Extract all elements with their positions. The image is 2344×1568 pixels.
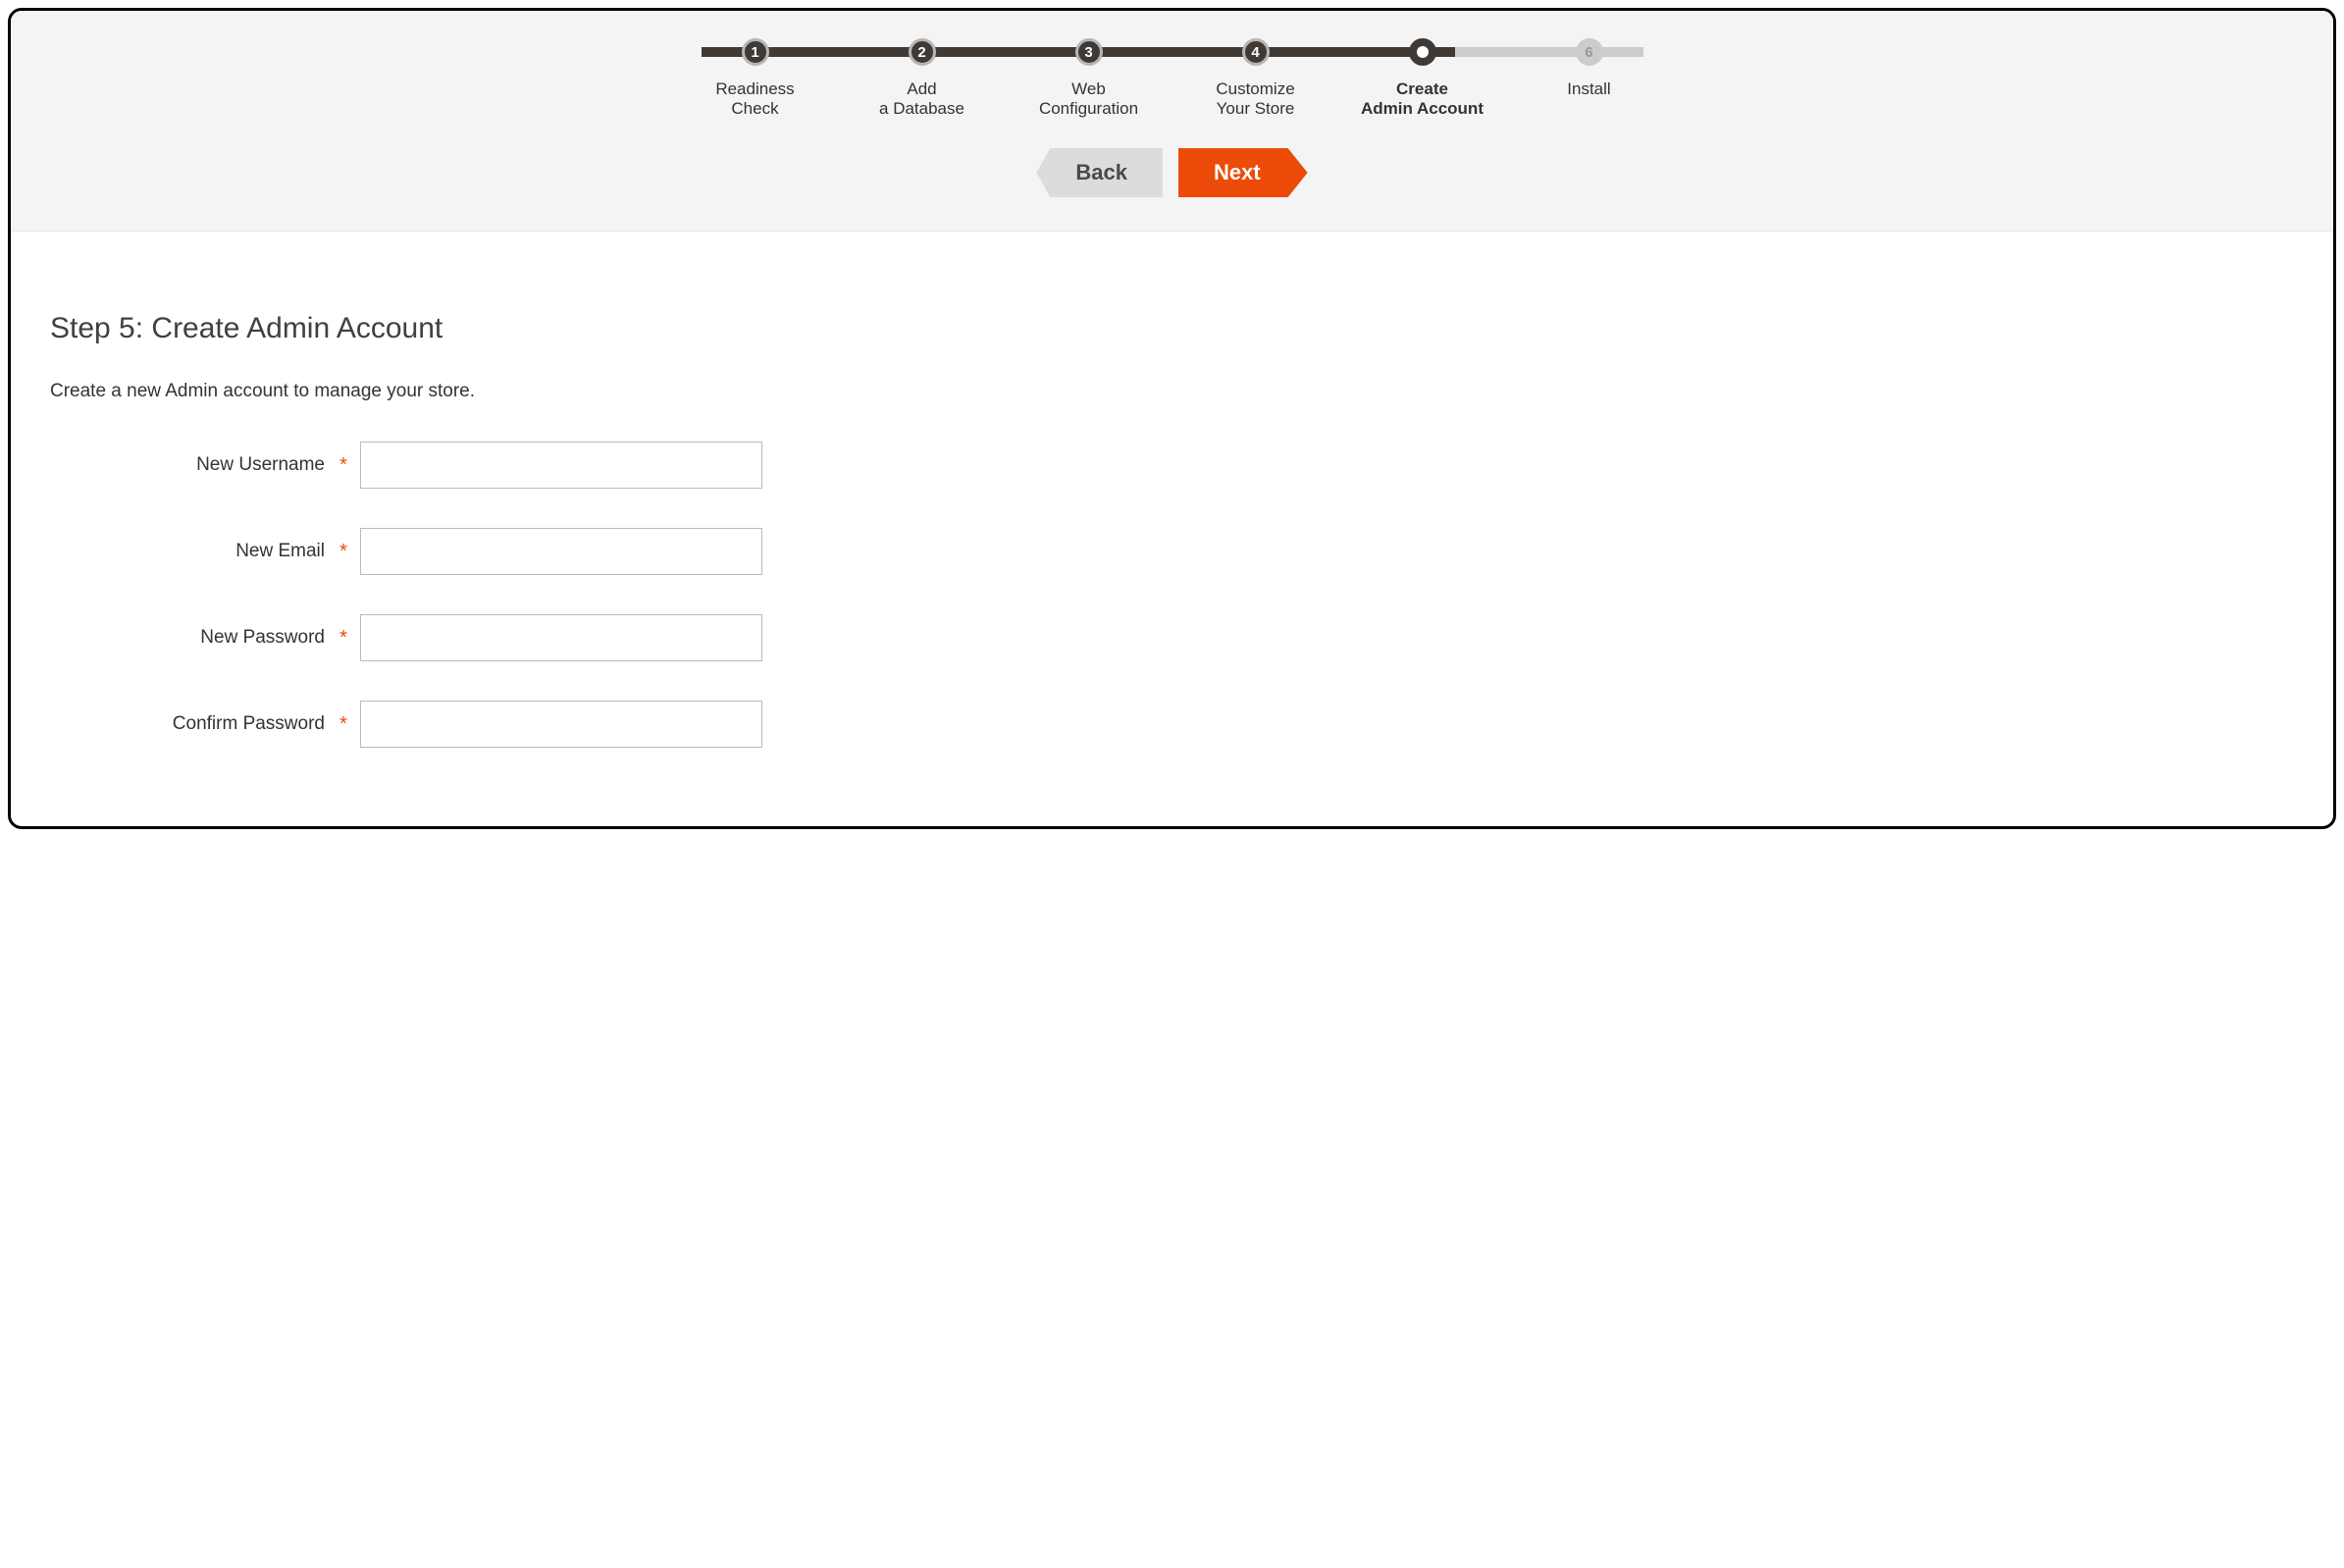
confirm-password-label: Confirm Password <box>50 713 335 735</box>
step-label: Web Configuration <box>1016 79 1163 119</box>
step-readiness-check: 1 Readiness Check <box>682 38 829 119</box>
row-new-username: New Username * <box>50 442 2294 489</box>
page-title: Step 5: Create Admin Account <box>50 312 2294 345</box>
step-circle-icon: 1 <box>742 38 769 66</box>
back-button[interactable]: Back <box>1036 148 1163 197</box>
step-circle-icon <box>1409 38 1436 66</box>
step-label: Readiness Check <box>682 79 829 119</box>
new-password-label: New Password <box>50 627 335 649</box>
new-username-input[interactable] <box>360 442 762 489</box>
wizard-nav: Back Next <box>11 148 2333 197</box>
step-circle-icon: 3 <box>1075 38 1103 66</box>
required-icon: * <box>335 627 352 650</box>
step-label: Customize Your Store <box>1182 79 1329 119</box>
step-label: Create Admin Account <box>1349 79 1496 119</box>
new-email-input[interactable] <box>360 528 762 575</box>
page-content: Step 5: Create Admin Account Create a ne… <box>11 232 2333 826</box>
page-subtitle: Create a new Admin account to manage you… <box>50 381 2294 402</box>
new-username-label: New Username <box>50 454 335 476</box>
step-create-admin-account: Create Admin Account <box>1349 38 1496 119</box>
row-new-password: New Password * <box>50 614 2294 661</box>
step-add-database: 2 Add a Database <box>849 38 996 119</box>
step-circle-icon: 4 <box>1242 38 1270 66</box>
step-circle-icon: 6 <box>1576 38 1603 66</box>
step-label: Add a Database <box>849 79 996 119</box>
next-button[interactable]: Next <box>1178 148 1308 197</box>
new-password-input[interactable] <box>360 614 762 661</box>
row-confirm-password: Confirm Password * <box>50 701 2294 748</box>
required-icon: * <box>335 454 352 477</box>
step-web-configuration: 3 Web Configuration <box>1016 38 1163 119</box>
new-email-label: New Email <box>50 541 335 562</box>
stepper: 1 Readiness Check 2 Add a Database 3 Web… <box>682 38 1663 119</box>
confirm-password-input[interactable] <box>360 701 762 748</box>
step-customize-store: 4 Customize Your Store <box>1182 38 1329 119</box>
step-label: Install <box>1516 79 1663 99</box>
row-new-email: New Email * <box>50 528 2294 575</box>
wizard-header: 1 Readiness Check 2 Add a Database 3 Web… <box>11 11 2333 232</box>
required-icon: * <box>335 541 352 563</box>
required-icon: * <box>335 713 352 736</box>
step-circle-icon: 2 <box>909 38 936 66</box>
step-install: 6 Install <box>1516 38 1663 99</box>
